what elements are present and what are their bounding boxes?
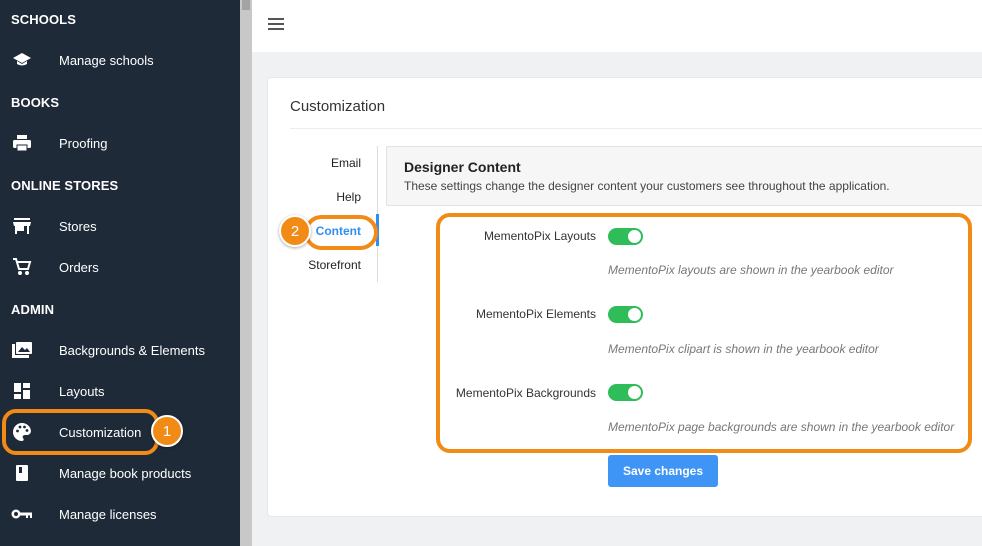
sidebar-item-manage-schools[interactable]: Manage schools: [0, 44, 240, 76]
sidebar-section-online-stores: ONLINE STORES: [11, 178, 119, 193]
sidebar-item-label: Stores: [59, 218, 97, 234]
printer-icon: [11, 132, 33, 154]
cart-icon: [11, 256, 33, 278]
toggle-mementopix-elements[interactable]: [608, 306, 643, 323]
sidebar-item-orders[interactable]: Orders: [0, 251, 240, 283]
toggle-mementopix-layouts[interactable]: [608, 228, 643, 245]
customization-card: Customization Email Help Content Storefr…: [267, 77, 982, 517]
setting-label-layouts: MementoPix Layouts: [483, 229, 596, 243]
sidebar-item-proofing[interactable]: Proofing: [0, 127, 240, 159]
save-changes-button[interactable]: Save changes: [608, 455, 718, 487]
tab-help[interactable]: Help: [336, 190, 361, 204]
callout-badge-2: 2: [279, 215, 311, 247]
designer-content-header: Designer Content These settings change t…: [386, 146, 982, 206]
setting-desc-layouts: MementoPix layouts are shown in the year…: [608, 263, 894, 277]
setting-label-backgrounds: MementoPix Backgrounds: [455, 386, 596, 400]
sidebar-item-label: Backgrounds & Elements: [59, 342, 205, 358]
sidebar-item-label: Layouts: [59, 383, 105, 399]
sidebar-item-customization[interactable]: Customization: [0, 416, 240, 448]
divider: [290, 128, 982, 129]
images-icon: [11, 339, 33, 361]
active-tab-indicator: [376, 214, 379, 246]
setting-desc-backgrounds: MementoPix page backgrounds are shown in…: [608, 420, 955, 434]
storefront-icon: [11, 215, 33, 237]
palette-icon: [11, 421, 33, 443]
sidebar-scrollbar[interactable]: [240, 0, 252, 546]
key-icon: [11, 503, 33, 525]
sidebar-section-schools: SCHOOLS: [11, 12, 76, 27]
page-title: Customization: [290, 98, 386, 115]
dashboard-icon: [11, 380, 33, 402]
sidebar-item-label: Orders: [59, 259, 99, 275]
callout-badge-1: 1: [151, 415, 183, 447]
top-bar: [252, 0, 982, 52]
sidebar-item-stores[interactable]: Stores: [0, 210, 240, 242]
setting-desc-elements: MementoPix clipart is shown in the yearb…: [608, 342, 879, 356]
sidebar-section-books: BOOKS: [11, 95, 60, 110]
settings-tabs: Email Help Content Storefront: [268, 146, 378, 282]
sidebar-item-manage-licenses[interactable]: Manage licenses: [0, 498, 240, 530]
graduation-cap-icon: [11, 49, 33, 71]
setting-label-elements: MementoPix Elements: [475, 307, 596, 321]
sidebar-item-label: Manage licenses: [59, 506, 157, 522]
toggle-mementopix-backgrounds[interactable]: [608, 384, 643, 401]
hamburger-menu-icon[interactable]: [268, 18, 284, 32]
sidebar-item-backgrounds-elements[interactable]: Backgrounds & Elements: [0, 334, 240, 366]
sidebar-item-manage-book-products[interactable]: Manage book products: [0, 457, 240, 489]
sidebar-item-label: Proofing: [59, 135, 108, 151]
scrollbar-thumb[interactable]: [242, 0, 250, 10]
sidebar-item-label: Manage book products: [59, 465, 192, 481]
sidebar-item-label: Manage schools: [59, 52, 154, 68]
section-heading: Designer Content: [404, 159, 521, 175]
tab-content[interactable]: Content: [316, 224, 361, 238]
book-icon: [11, 462, 33, 484]
tab-storefront[interactable]: Storefront: [308, 258, 361, 272]
sidebar-section-admin: ADMIN: [11, 302, 55, 317]
sidebar-item-layouts[interactable]: Layouts: [0, 375, 240, 407]
tab-email[interactable]: Email: [331, 156, 361, 170]
sidebar-item-label: Customization: [59, 424, 142, 440]
section-description: These settings change the designer conte…: [404, 179, 890, 193]
sidebar: SCHOOLS Manage schools BOOKS Proofing ON…: [0, 0, 240, 546]
